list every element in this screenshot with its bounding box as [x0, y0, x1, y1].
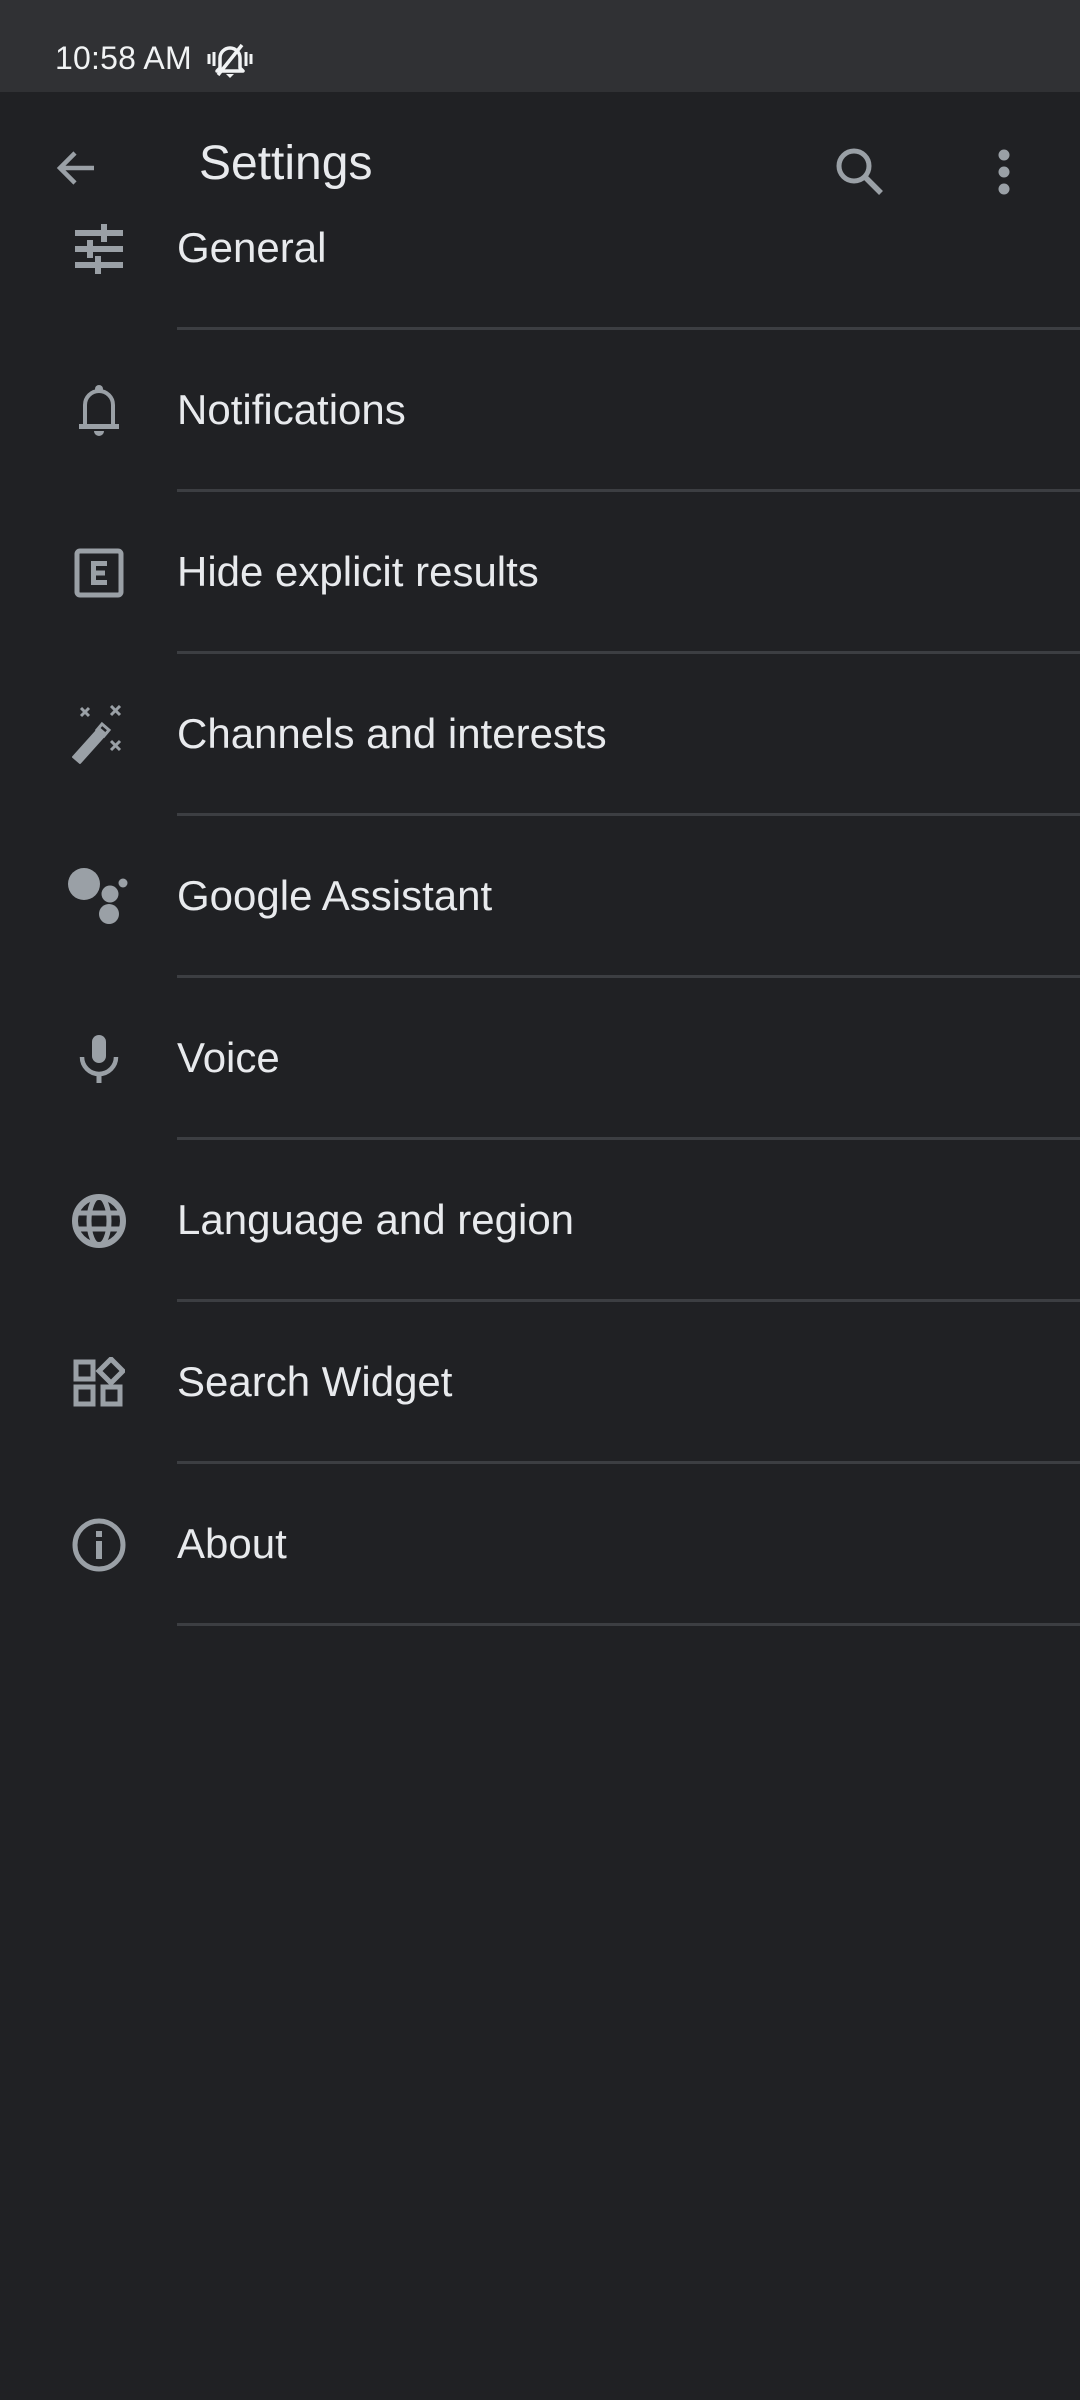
settings-item-search-widget[interactable]: Search Widget [0, 1302, 1080, 1464]
status-time: 10:58 AM [55, 40, 192, 76]
bell-icon [62, 378, 136, 444]
settings-item-label: Notifications [177, 386, 406, 433]
settings-item-voice[interactable]: Voice [0, 978, 1080, 1140]
tune-icon [62, 216, 136, 282]
settings-item-channels-and-interests[interactable]: Channels and interests [0, 654, 1080, 816]
widgets-icon [62, 1350, 136, 1416]
settings-item-label: Voice [177, 1034, 280, 1081]
settings-item-label: General [177, 224, 327, 271]
magic-wand-icon [62, 702, 136, 768]
settings-item-google-assistant[interactable]: Google Assistant [0, 816, 1080, 978]
settings-item-label: Hide explicit results [177, 548, 539, 595]
settings-item-label: Google Assistant [177, 872, 493, 919]
settings-item-label: About [177, 1520, 287, 1567]
status-bar: 10:58 AM Vo WiFi Vo WiF [0, 0, 1080, 92]
settings-item-label: Language and region [177, 1196, 575, 1243]
settings-list: General Notifications Hide explicit resu… [0, 168, 1080, 1626]
assistant-icon [62, 864, 136, 930]
settings-item-about[interactable]: About [0, 1464, 1080, 1626]
globe-icon [62, 1188, 136, 1254]
explicit-icon [62, 540, 136, 606]
settings-item-notifications[interactable]: Notifications [0, 330, 1080, 492]
settings-item-label: Channels and interests [177, 710, 607, 757]
settings-item-label: Search Widget [177, 1358, 453, 1405]
settings-item-general[interactable]: General [0, 168, 1080, 330]
dnd-vibrate-icon [207, 43, 253, 78]
divider [177, 1623, 1080, 1626]
info-icon [62, 1512, 136, 1578]
settings-item-hide-explicit-results[interactable]: Hide explicit results [0, 492, 1080, 654]
settings-item-language-and-region[interactable]: Language and region [0, 1140, 1080, 1302]
mic-icon [62, 1026, 136, 1092]
